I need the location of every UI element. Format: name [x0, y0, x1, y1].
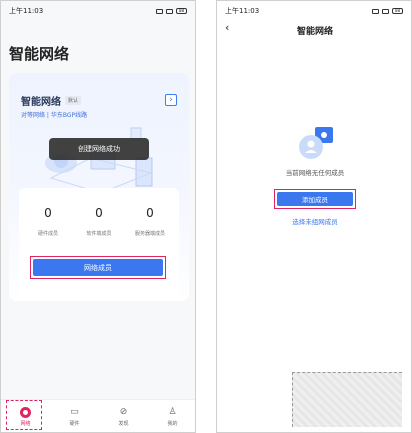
- select-unassigned-members-link[interactable]: 选择未组网成员: [217, 216, 411, 226]
- router-icon: ▭: [70, 407, 79, 417]
- status-bar: 上午11:03 88: [1, 1, 195, 21]
- highlight-tab-box: [6, 400, 42, 430]
- battery-icon: 88: [176, 8, 187, 14]
- status-bar: 上午11:03 88: [217, 1, 411, 21]
- right-phone-screen: 上午11:03 88 ‹ 智能网络 当前网络无任何成员 添加成员 选择未组网成员: [216, 0, 412, 433]
- status-time: 上午11:03: [225, 7, 260, 15]
- page-title: 智能网络: [9, 45, 70, 63]
- empty-members-icon: [299, 127, 333, 159]
- empty-state-text: 当前网络无任何成员: [285, 169, 345, 177]
- status-time: 上午11:03: [9, 7, 44, 15]
- battery-icon: 88: [392, 8, 403, 14]
- chevron-right-icon[interactable]: ›: [165, 94, 177, 106]
- compass-icon: ⊘: [119, 407, 128, 417]
- tab-mine[interactable]: ♙ 我的: [155, 407, 191, 427]
- network-name: 智能网络: [21, 97, 61, 108]
- obscured-region: [292, 372, 402, 427]
- wifi-icon: [166, 8, 173, 14]
- network-subtitle: 对等网络 | 华东BGP线路: [21, 112, 88, 119]
- wifi-icon: [382, 8, 389, 14]
- stats-panel: 0 硬件成员 0 软件端成员 0 服务器端成员: [19, 188, 179, 296]
- toast-message: 创建网络成功: [49, 138, 149, 160]
- stat-hardware-members[interactable]: 0 硬件成员: [25, 206, 71, 237]
- page-title: 智能网络: [296, 26, 333, 37]
- highlight-box: [274, 189, 356, 209]
- nfc-icon: [156, 8, 163, 14]
- highlight-box: [30, 256, 166, 279]
- default-badge: 默认: [65, 96, 82, 105]
- tab-discover[interactable]: ⊘ 发现: [106, 407, 142, 427]
- stat-software-members[interactable]: 0 软件端成员: [76, 206, 122, 237]
- tab-hardware[interactable]: ▭ 硬件: [57, 407, 93, 427]
- nfc-icon: [372, 8, 379, 14]
- left-phone-screen: 上午11:03 88 智能网络 智能网络 默认 › 对等网络 | 华东BGP线路…: [0, 0, 196, 433]
- stat-server-members[interactable]: 0 服务器端成员: [127, 206, 173, 237]
- user-icon: ♙: [168, 407, 177, 417]
